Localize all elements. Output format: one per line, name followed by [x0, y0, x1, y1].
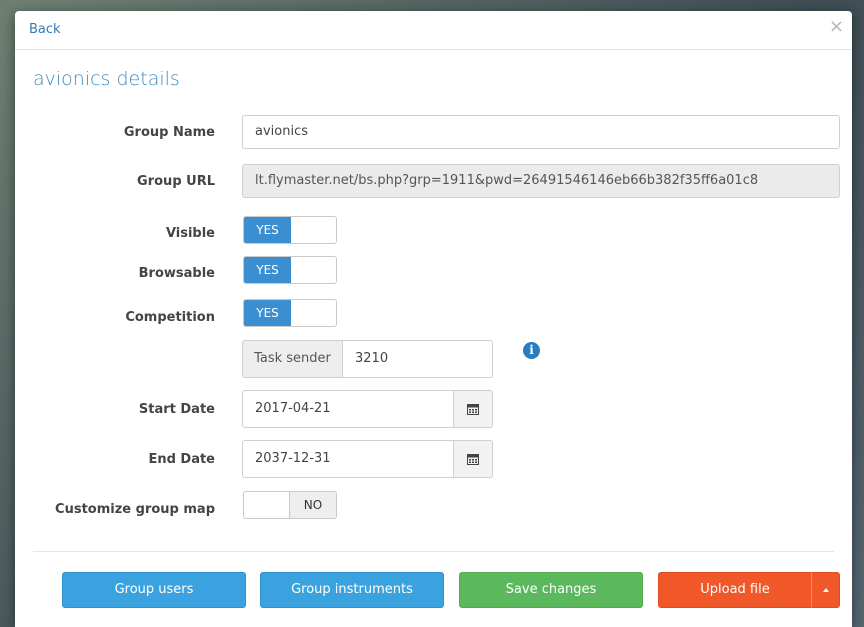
save-changes-button[interactable]: Save changes: [459, 572, 643, 608]
visible-label: Visible: [165, 226, 215, 241]
competition-toggle[interactable]: YES: [243, 299, 337, 327]
start-date-input[interactable]: 2017-04-21: [242, 390, 454, 428]
end-date-input[interactable]: 2037-12-31: [242, 440, 454, 478]
visible-toggle[interactable]: YES: [243, 216, 337, 244]
competition-toggle-yes: YES: [244, 300, 291, 326]
customize-map-toggle[interactable]: NO: [243, 491, 337, 519]
start-date-label: Start Date: [138, 402, 215, 417]
group-instruments-button[interactable]: Group instruments: [260, 572, 444, 608]
end-date-calendar-button[interactable]: [453, 440, 493, 478]
modal-header: Back ×: [15, 11, 852, 50]
group-url-field[interactable]: lt.flymaster.net/bs.php?grp=1911&pwd=264…: [242, 164, 840, 198]
customize-map-label: Customize group map: [55, 502, 215, 517]
visible-toggle-yes: YES: [244, 217, 291, 243]
modal-title: avionics details: [33, 68, 180, 90]
upload-file-button[interactable]: Upload file: [658, 572, 812, 608]
group-users-button[interactable]: Group users: [62, 572, 246, 608]
group-name-label: Group Name: [123, 125, 215, 140]
back-link[interactable]: Back: [29, 22, 61, 37]
group-details-modal: Back × avionics details Group Name avion…: [15, 11, 852, 627]
end-date-label: End Date: [148, 452, 215, 467]
group-name-input[interactable]: avionics: [242, 115, 840, 149]
caret-up-icon: [823, 588, 829, 592]
task-sender-input[interactable]: 3210: [342, 340, 493, 378]
close-icon[interactable]: ×: [829, 18, 844, 36]
browsable-label: Browsable: [138, 266, 215, 281]
task-sender-addon: Task sender: [242, 340, 343, 378]
competition-label: Competition: [125, 310, 215, 325]
group-url-label: Group URL: [137, 174, 215, 189]
calendar-icon: [467, 404, 479, 415]
browsable-toggle-yes: YES: [244, 257, 291, 283]
browsable-toggle[interactable]: YES: [243, 256, 337, 284]
upload-options-toggle[interactable]: [811, 572, 840, 608]
info-icon[interactable]: i: [523, 342, 540, 359]
start-date-calendar-button[interactable]: [453, 390, 493, 428]
calendar-icon: [467, 454, 479, 465]
customize-map-toggle-no: NO: [289, 492, 336, 518]
footer-divider: [33, 551, 834, 552]
